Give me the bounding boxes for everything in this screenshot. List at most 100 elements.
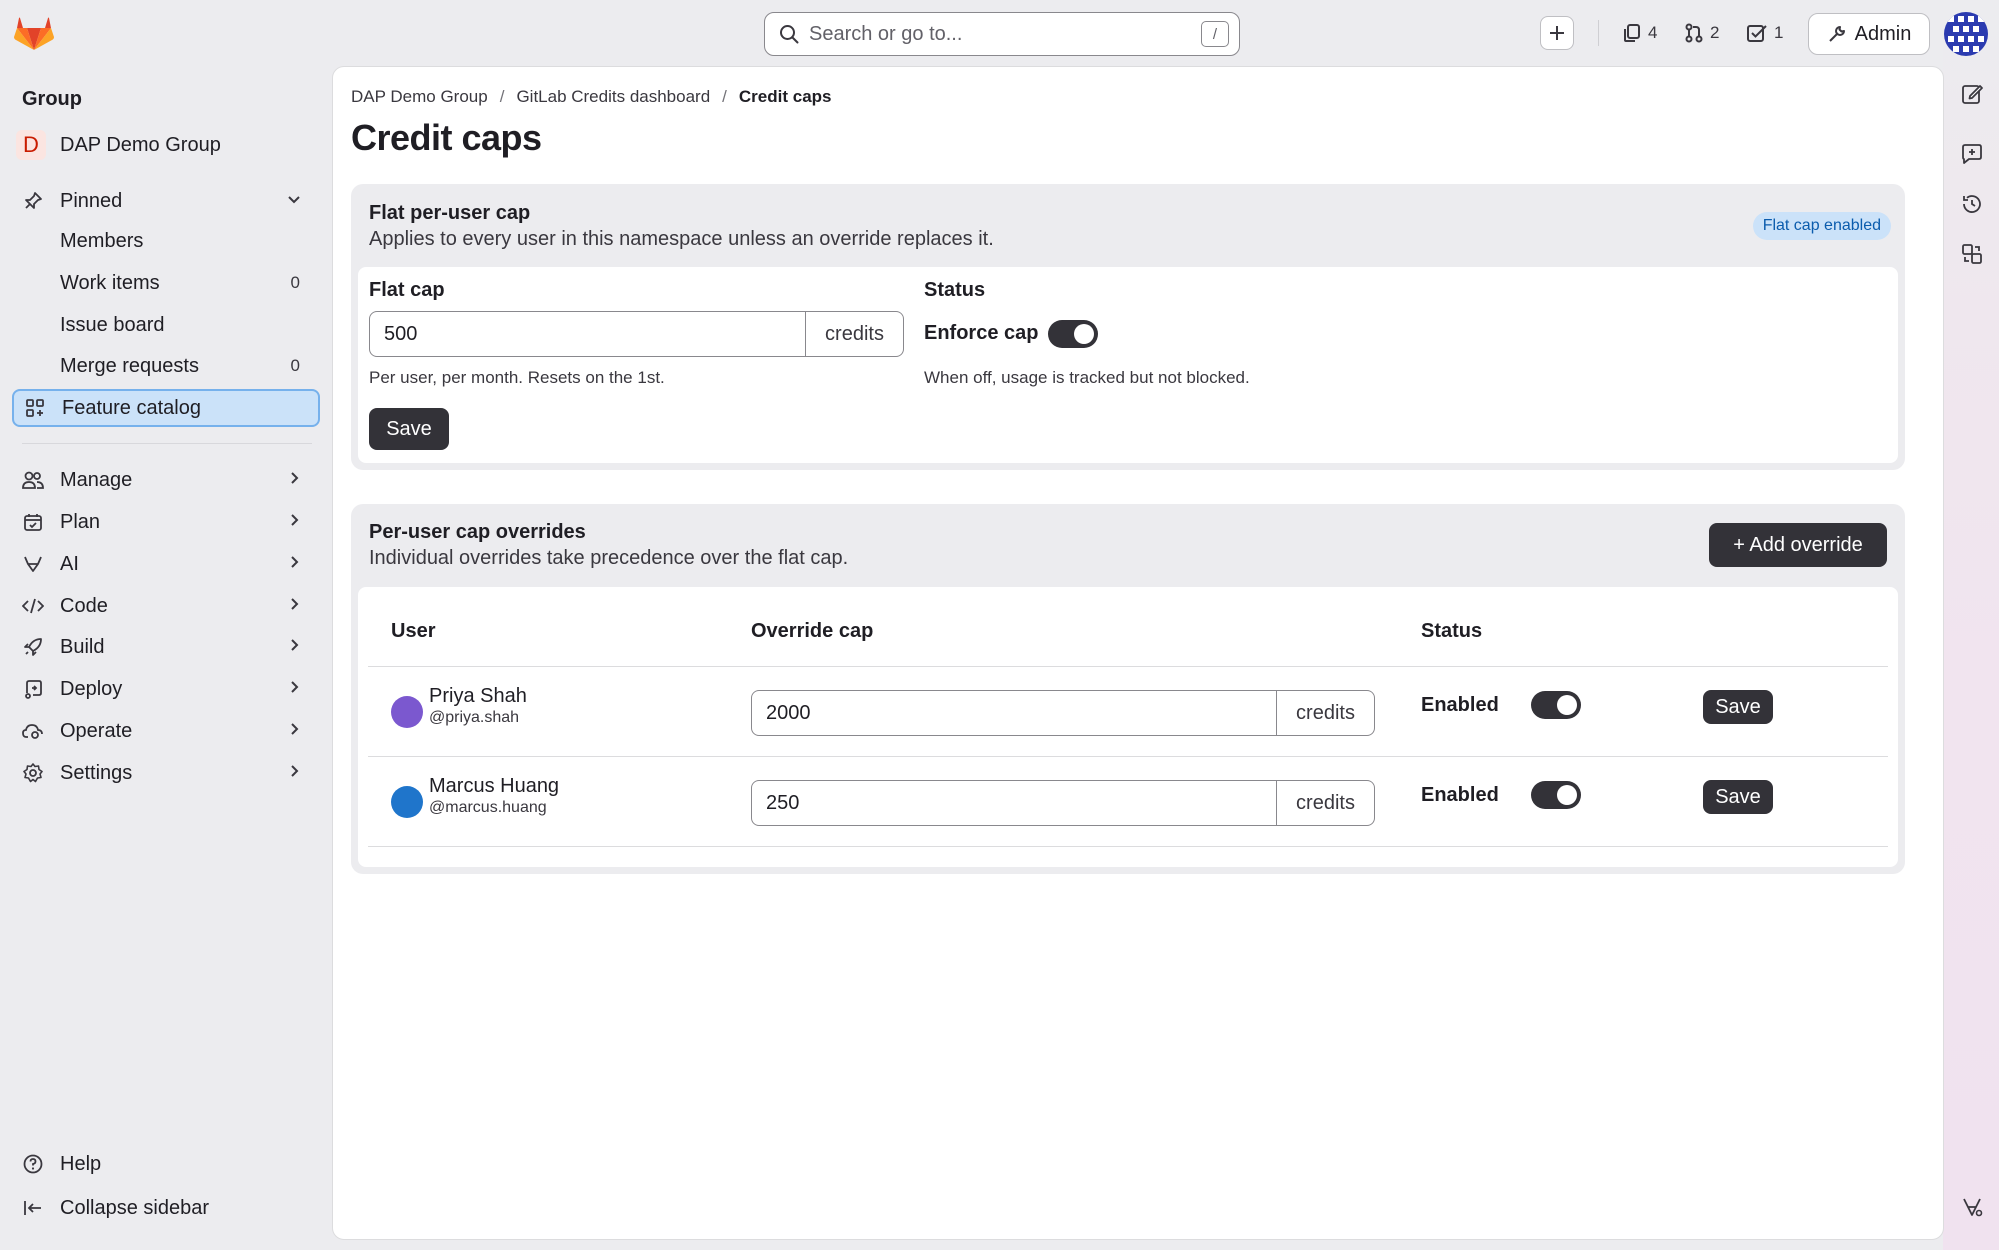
sidebar-item-code[interactable]: Code <box>0 587 320 625</box>
avatar <box>391 696 423 728</box>
code-icon <box>22 595 44 617</box>
save-flat-cap-button[interactable]: Save <box>369 408 449 450</box>
sidebar-item-label: Code <box>60 594 108 617</box>
chevron-right-icon <box>286 469 302 492</box>
enforce-cap-label: Enforce cap <box>924 322 1039 344</box>
sidebar-pinned-toggle[interactable]: Pinned <box>0 182 320 220</box>
sidebar-item-issue-board[interactable]: Issue board <box>0 306 320 344</box>
sidebar-item-label: Plan <box>60 510 101 533</box>
page-title: Credit caps <box>351 117 542 158</box>
sidebar-item-label: Manage <box>60 468 133 491</box>
user-name[interactable]: Priya Shah <box>429 685 527 708</box>
issues-counter[interactable]: 4 <box>1622 20 1657 46</box>
sidebar-item-label: Settings <box>60 761 133 784</box>
table-divider <box>368 846 1888 847</box>
credits-unit-addon: credits <box>806 311 904 357</box>
user-avatar[interactable] <box>1944 12 1988 56</box>
todos-counter[interactable]: 1 <box>1746 20 1783 46</box>
overrides-card: Per-user cap overrides Individual overri… <box>351 504 1905 874</box>
table-divider <box>368 756 1888 757</box>
sidebar-help-link[interactable]: Help <box>0 1145 320 1183</box>
add-override-button[interactable]: + Add override <box>1709 523 1887 567</box>
admin-button[interactable]: Admin <box>1808 13 1930 55</box>
override-status-label: Enabled <box>1421 694 1499 716</box>
save-override-button[interactable]: Save <box>1703 780 1773 814</box>
search-shortcut-key: / <box>1201 21 1229 47</box>
sidebar-item-label: Operate <box>60 719 133 742</box>
flat-cap-form: Flat cap 500 credits Per user, per month… <box>358 267 1898 463</box>
sidebar-item-manage[interactable]: Manage <box>0 461 320 499</box>
credits-unit-addon: credits <box>1277 780 1375 826</box>
chevron-right-icon <box>286 595 302 618</box>
switch-context-icon[interactable] <box>1958 240 1986 268</box>
todo-icon <box>1747 25 1767 42</box>
override-enabled-toggle[interactable] <box>1531 691 1581 719</box>
duo-chat-icon[interactable] <box>1958 1193 1986 1221</box>
breadcrumb-link-dashboard[interactable]: GitLab Credits dashboard <box>516 87 710 107</box>
flat-cap-input[interactable]: 500 <box>369 311 806 357</box>
sidebar-item-members[interactable]: Members <box>0 222 320 260</box>
column-header-status: Status <box>1421 620 1483 642</box>
sidebar-group-link[interactable]: D DAP Demo Group <box>16 130 221 160</box>
right-rail-background <box>1943 0 1999 1250</box>
breadcrumb-link-group[interactable]: DAP Demo Group <box>351 87 488 107</box>
save-override-button[interactable]: Save <box>1703 690 1773 724</box>
sidebar-item-ai[interactable]: AI <box>0 545 320 583</box>
calendar-icon <box>22 511 44 533</box>
sidebar-item-settings[interactable]: Settings <box>0 754 320 792</box>
sidebar-item-work-items[interactable]: Work items 0 <box>0 264 320 302</box>
enforce-cap-toggle[interactable] <box>1048 320 1098 348</box>
flat-cap-card: Flat per-user cap Applies to every user … <box>351 184 1905 470</box>
override-enabled-toggle[interactable] <box>1531 781 1581 809</box>
sidebar-item-label: Feature catalog <box>62 396 201 419</box>
credits-unit-addon: credits <box>1277 690 1375 736</box>
breadcrumb-current: Credit caps <box>738 87 832 106</box>
overrides-card-title: Per-user cap overrides <box>369 521 586 543</box>
sidebar-item-build[interactable]: Build <box>0 628 320 666</box>
breadcrumb: DAP Demo Group / GitLab Credits dashboar… <box>351 87 832 107</box>
group-avatar: D <box>16 130 46 160</box>
users-icon <box>22 469 44 491</box>
create-new-button[interactable] <box>1540 16 1574 50</box>
sidebar-item-label: Deploy <box>60 677 123 700</box>
pin-icon <box>22 190 44 212</box>
search-input[interactable]: Search or go to... / <box>764 12 1240 56</box>
group-name: DAP Demo Group <box>60 133 221 156</box>
left-sidebar: Group D DAP Demo Group Pinned Members Wo… <box>0 64 330 1250</box>
sidebar-item-label: Merge requests <box>60 354 199 377</box>
help-label: Help <box>60 1152 102 1175</box>
chevron-right-icon <box>286 720 302 743</box>
sidebar-item-operate[interactable]: Operate <box>0 712 320 750</box>
sidebar-item-feature-catalog[interactable]: Feature catalog <box>12 389 320 427</box>
merge-requests-count: 2 <box>1710 23 1720 42</box>
avatar <box>391 786 423 818</box>
edit-icon[interactable] <box>1958 80 1986 108</box>
history-icon[interactable] <box>1958 190 1986 218</box>
sidebar-divider <box>22 443 312 444</box>
sidebar-item-plan[interactable]: Plan <box>0 503 320 541</box>
enforce-cap-help: When off, usage is tracked but not block… <box>924 368 1250 387</box>
override-cap-input[interactable]: 2000 <box>751 690 1277 736</box>
tanuki-ai-icon <box>22 553 44 575</box>
sidebar-item-label: AI <box>60 552 79 575</box>
merge-request-icon <box>1685 23 1703 43</box>
collapse-left-icon <box>22 1197 44 1219</box>
sidebar-item-deploy[interactable]: Deploy <box>0 670 320 708</box>
merge-requests-counter[interactable]: 2 <box>1684 20 1719 46</box>
override-cap-input[interactable]: 250 <box>751 780 1277 826</box>
comment-add-icon[interactable] <box>1958 140 1986 168</box>
collapse-sidebar-button[interactable]: Collapse sidebar <box>0 1189 320 1227</box>
sidebar-item-merge-requests[interactable]: Merge requests 0 <box>0 347 320 385</box>
sidebar-item-label: Build <box>60 635 105 658</box>
topbar-divider <box>1598 20 1599 46</box>
work-items-count: 0 <box>290 273 300 292</box>
gear-icon <box>22 762 44 784</box>
issues-count: 4 <box>1648 23 1658 42</box>
overrides-card-subtitle: Individual overrides take precedence ove… <box>369 547 849 569</box>
flat-cap-input-group: 500 credits <box>369 311 904 357</box>
chevron-down-icon <box>286 190 302 213</box>
gitlab-logo-icon[interactable] <box>14 14 54 52</box>
chevron-right-icon <box>286 511 302 534</box>
user-name[interactable]: Marcus Huang <box>429 775 559 798</box>
sidebar-item-label: Work items <box>60 271 160 294</box>
